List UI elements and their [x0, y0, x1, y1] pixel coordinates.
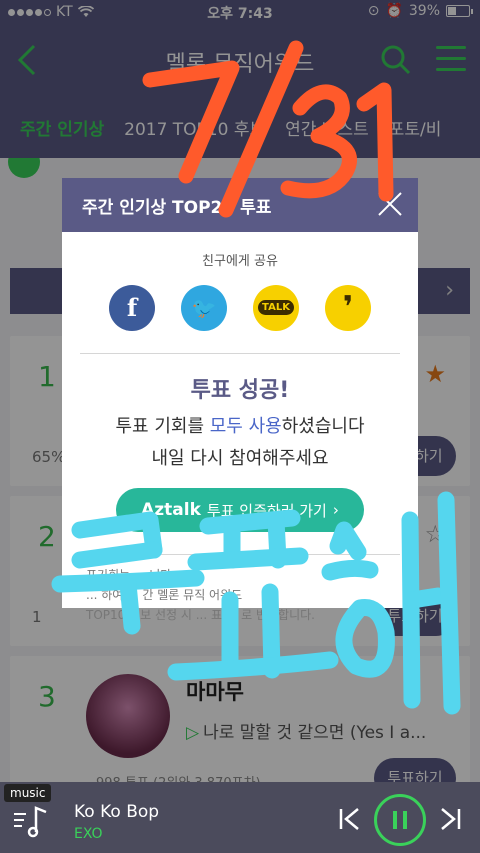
close-button[interactable] [376, 190, 404, 218]
share-buttons: f 🐦 TALK ❜ [62, 285, 418, 331]
mini-player[interactable]: music Ko Ko Bop EXO [0, 782, 480, 853]
dialog-header: 주간 인기상 TOP20 투표 [62, 178, 418, 232]
notice-text: 표기회는 ... 니다. ... 하여 ... 간 멜론 뮤직 어워드 TOP1… [86, 568, 315, 622]
music-tag: music [4, 784, 52, 802]
dialog-title: 주간 인기상 TOP20 투표 [82, 198, 272, 218]
next-button[interactable] [438, 806, 462, 832]
previous-button[interactable] [338, 806, 362, 832]
kakaostory-share-button[interactable]: ❜ [325, 285, 371, 331]
pause-icon [393, 811, 397, 829]
now-playing-artist: EXO [74, 826, 103, 842]
kakaotalk-icon: TALK [258, 300, 294, 315]
next-track-icon [441, 808, 461, 830]
previous-track-icon [339, 808, 359, 830]
message-line-2: 내일 다시 참여해주세요 [151, 448, 329, 469]
chevron-right-icon: › [332, 501, 339, 519]
success-heading: 투표 성공! [190, 378, 290, 403]
pause-button[interactable] [374, 794, 426, 846]
aztalk-verify-button[interactable]: Aztalk 투표 인증하러 가기 › [116, 488, 364, 532]
playlist-music-note-icon [14, 806, 47, 838]
aztalk-label: 투표 인증하러 가기 [206, 501, 327, 520]
now-playing-title: Ko Ko Bop [74, 802, 160, 822]
vote-result-dialog: 주간 인기상 TOP20 투표 친구에게 공유 f 🐦 TALK ❜ 투표 성공… [62, 178, 418, 622]
message-line-1: 투표 기회를 모두 사용하셨습니다 [115, 416, 365, 437]
share-label: 친구에게 공유 [202, 254, 278, 269]
facebook-share-button[interactable]: f [109, 285, 155, 331]
playlist-button[interactable] [12, 802, 52, 838]
twitter-share-button[interactable]: 🐦 [181, 285, 227, 331]
divider [80, 353, 400, 354]
kakaotalk-share-button[interactable]: TALK [253, 285, 299, 331]
close-icon [378, 192, 402, 216]
aztalk-logo: Aztalk [141, 500, 201, 520]
